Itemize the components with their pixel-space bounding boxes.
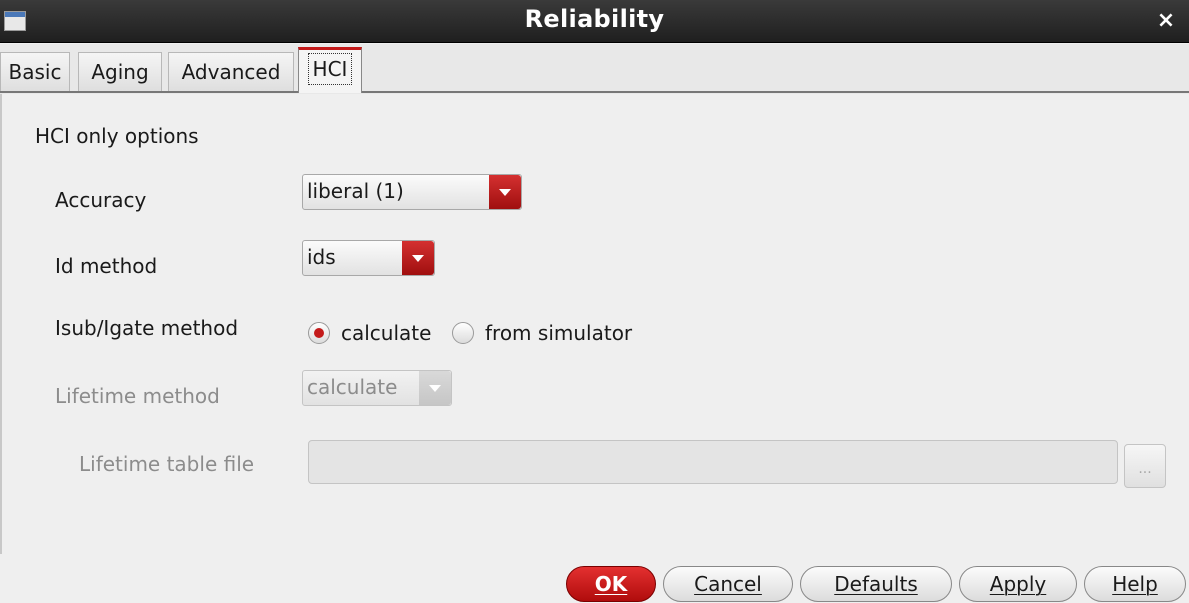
radio-calculate-label[interactable]: calculate xyxy=(341,321,431,345)
browse-button: ... xyxy=(1124,444,1166,488)
tab-hci-label: HCI xyxy=(307,53,353,85)
chevron-down-icon xyxy=(419,371,451,405)
accuracy-value: liberal (1) xyxy=(307,179,404,203)
apply-label: Apply xyxy=(989,572,1047,596)
tab-aging[interactable]: Aging xyxy=(78,52,162,92)
ok-button[interactable]: OK xyxy=(566,566,656,602)
radio-from-simulator[interactable] xyxy=(452,322,474,344)
id-method-value: ids xyxy=(307,245,336,269)
accuracy-select[interactable]: liberal (1) xyxy=(302,174,522,210)
chevron-down-icon xyxy=(402,241,434,275)
ok-label: OK xyxy=(594,572,628,596)
apply-button[interactable]: Apply xyxy=(959,566,1077,602)
lifetime-table-file-input xyxy=(308,440,1118,484)
defaults-button[interactable]: Defaults xyxy=(800,566,952,602)
accuracy-label: Accuracy xyxy=(55,188,147,212)
help-button[interactable]: Help xyxy=(1084,566,1186,602)
lifetime-table-file-label: Lifetime table file xyxy=(79,452,255,476)
id-method-select[interactable]: ids xyxy=(302,240,435,276)
tab-hci[interactable]: HCI xyxy=(298,47,362,93)
tab-advanced[interactable]: Advanced xyxy=(168,52,294,92)
chevron-down-icon xyxy=(489,175,521,209)
radio-calculate[interactable] xyxy=(308,322,330,344)
tab-bar: Basic Aging Advanced HCI xyxy=(0,44,1189,94)
isub-method-label: Isub/Igate method xyxy=(55,316,239,340)
lifetime-method-label: Lifetime method xyxy=(55,384,220,408)
window-title: Reliability xyxy=(524,5,665,33)
defaults-label: Defaults xyxy=(834,572,918,596)
lifetime-method-value: calculate xyxy=(307,375,398,399)
title-bar: Reliability × xyxy=(0,0,1189,43)
cancel-label: Cancel xyxy=(694,572,762,596)
tab-basic[interactable]: Basic xyxy=(0,52,70,92)
section-title: HCI only options xyxy=(35,124,199,148)
close-icon[interactable]: × xyxy=(1153,8,1179,34)
radio-from-simulator-label[interactable]: from simulator xyxy=(485,321,632,345)
lifetime-method-select: calculate xyxy=(302,370,452,406)
hci-panel: HCI only options Accuracy liberal (1) Id… xyxy=(0,94,1189,554)
help-label: Help xyxy=(1112,572,1158,596)
cancel-button[interactable]: Cancel xyxy=(663,566,793,602)
id-method-label: Id method xyxy=(55,254,158,278)
